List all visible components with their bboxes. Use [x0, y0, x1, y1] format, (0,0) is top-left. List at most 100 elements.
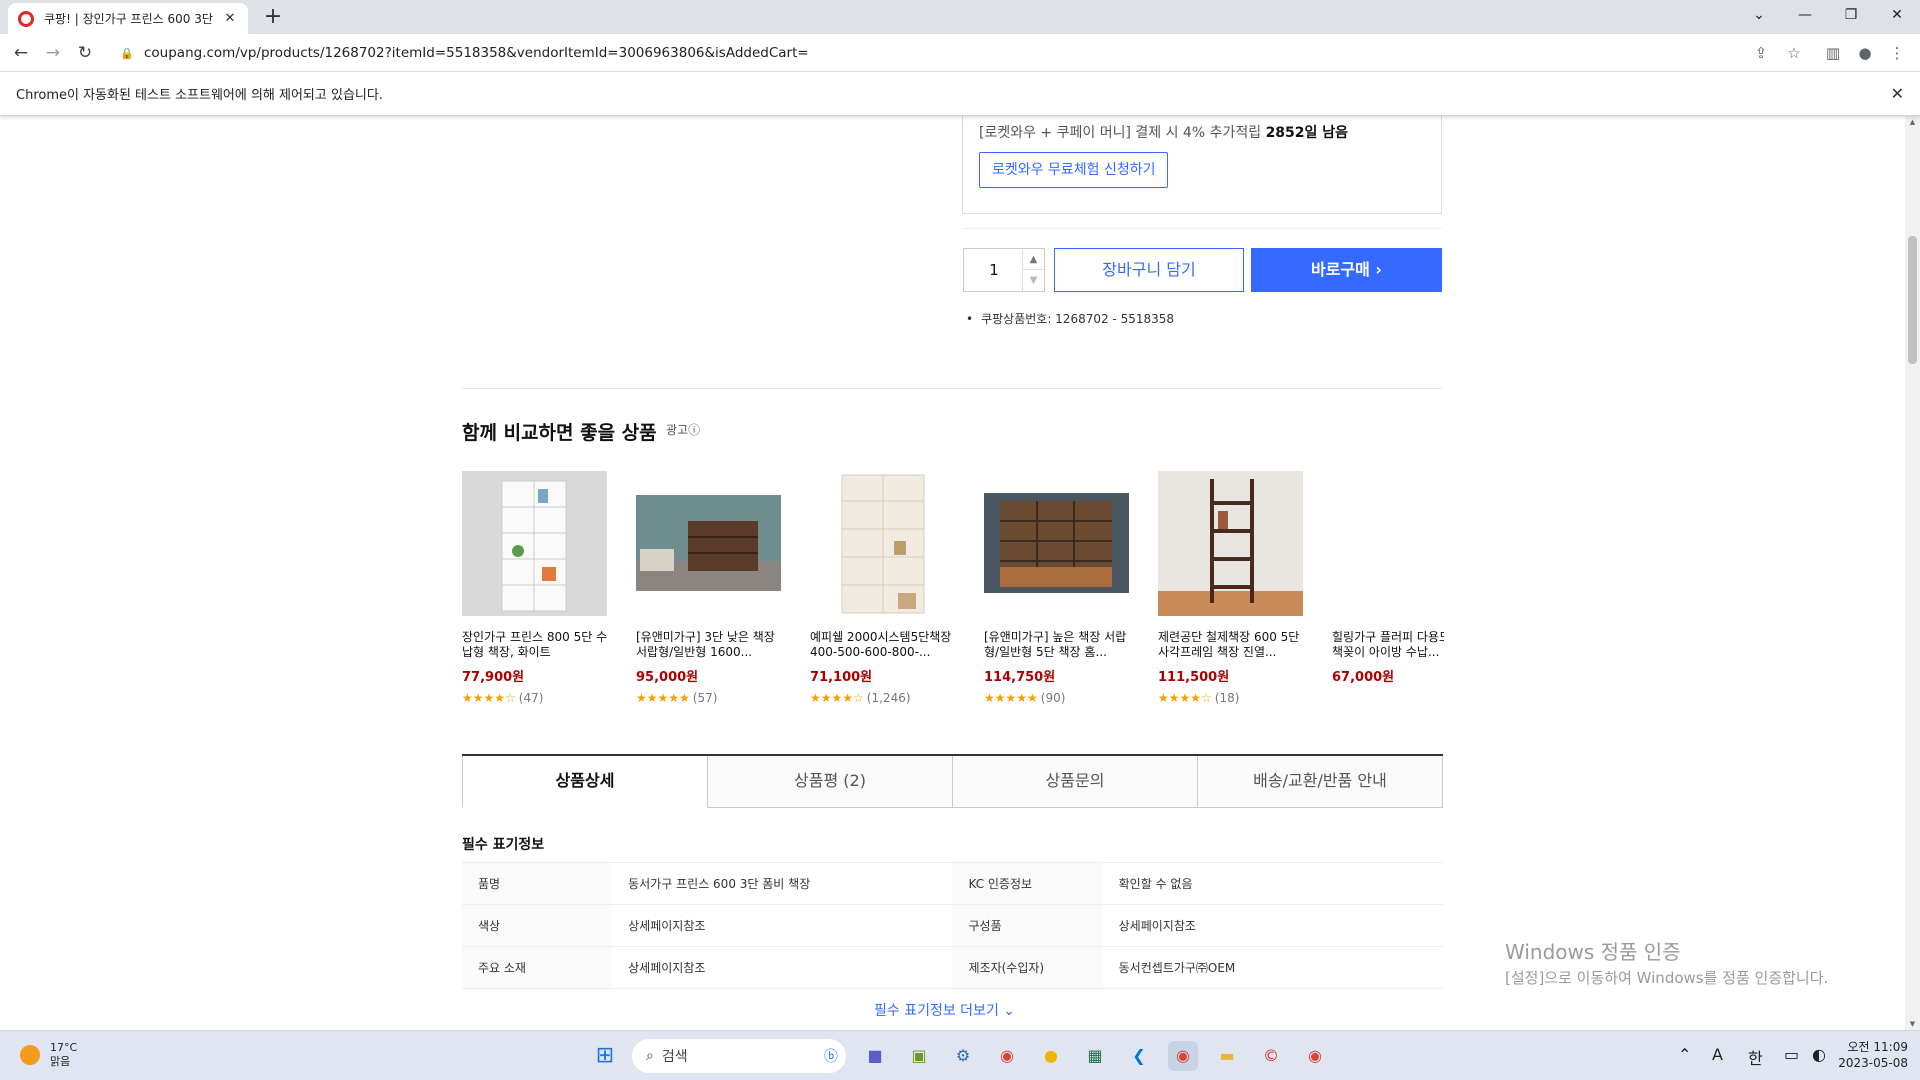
product-name[interactable]: 장인가구 프린스 800 5단 수납형 책장, 화이트	[462, 630, 608, 660]
infobar-close-icon[interactable]: ✕	[1891, 84, 1904, 103]
tab-shipping-returns[interactable]: 배송/교환/반품 안내	[1198, 756, 1443, 808]
clock-date: 2023-05-08	[1838, 1056, 1908, 1070]
product-image[interactable]	[984, 471, 1129, 616]
info-key: 색상	[462, 904, 613, 947]
review-count: (47)	[518, 691, 544, 705]
product-image[interactable]	[1332, 471, 1444, 616]
product-card[interactable]: 예피쉘 2000시스템5단책장 400-500-600-800-... 71,1…	[810, 471, 956, 705]
weather-widget[interactable]: 17°C 맑음	[20, 1041, 77, 1069]
chrome-icon[interactable]: ◉	[992, 1041, 1022, 1071]
promo-line: [로켓와우 + 쿠페이 머니] 결제 시 4% 추가적립 2852일 남음	[979, 122, 1348, 142]
rocket-wow-promo-box: [로켓와우 + 쿠페이 머니] 결제 시 4% 추가적립 2852일 남음 로켓…	[962, 116, 1442, 214]
address-bar[interactable]: 🔒 coupang.com/vp/products/1268702?itemId…	[108, 38, 1808, 68]
file-explorer-icon[interactable]: ▬	[1212, 1041, 1242, 1071]
tab-reviews[interactable]: 상품평 (2)	[708, 756, 953, 808]
review-count: (90)	[1040, 691, 1066, 705]
menu-kebab-icon[interactable]: ⋮	[1886, 42, 1908, 64]
tab-search-icon[interactable]: ⌄	[1736, 0, 1782, 30]
close-window-button[interactable]: ✕	[1874, 0, 1920, 30]
required-info-more-link[interactable]: 필수 표기정보 더보기 ⌄	[874, 1000, 1015, 1020]
product-image[interactable]	[810, 471, 955, 616]
product-image[interactable]	[1158, 471, 1303, 616]
vscode-icon[interactable]: ❮	[1124, 1041, 1154, 1071]
product-price: 77,900원	[462, 670, 525, 685]
back-icon[interactable]: ←	[8, 40, 34, 66]
tab-title: 쿠팡! | 장인가구 프린스 600 3단	[44, 12, 213, 26]
settings-app-icon[interactable]: ⚙	[948, 1041, 978, 1071]
profile-avatar-icon[interactable]: ●	[1854, 42, 1876, 64]
network-icon[interactable]: ▭	[1784, 1045, 1799, 1064]
product-name[interactable]: [유앤미가구] 3단 낮은 책장 서랍형/일반형 1600...	[636, 630, 782, 660]
url-text: coupang.com/vp/products/1268702?itemId=5…	[144, 45, 809, 61]
add-to-cart-button[interactable]: 장바구니 담기	[1054, 248, 1244, 292]
info-key: 구성품	[952, 904, 1103, 947]
product-image[interactable]	[636, 471, 781, 616]
scroll-down-icon[interactable]: ▼	[1905, 1020, 1920, 1028]
tab-strip: 쿠팡! | 장인가구 프린스 600 3단 ✕ + ⌄ — ❐ ✕	[0, 0, 1920, 34]
scroll-up-icon[interactable]: ▲	[1905, 118, 1920, 126]
tab-inquiries[interactable]: 상품문의	[953, 756, 1198, 808]
product-name[interactable]: 힐링가구 플러피 다용도 5단 책꽂이 아이방 수납...	[1332, 630, 1444, 660]
quantity-input[interactable]: 1	[964, 249, 1024, 291]
scrollbar-thumb[interactable]	[1908, 236, 1917, 364]
page-content: [로켓와우 + 쿠페이 머니] 결제 시 4% 추가적립 2852일 남음 로켓…	[0, 116, 1920, 1030]
ime-mode[interactable]: A	[1712, 1045, 1723, 1064]
reload-icon[interactable]: ↻	[72, 40, 98, 66]
teams-icon[interactable]: ■	[860, 1041, 890, 1071]
side-panel-icon[interactable]: ▥	[1822, 42, 1844, 64]
page-scrollbar[interactable]: ▲ ▼	[1905, 116, 1920, 1030]
tab-product-detail[interactable]: 상품상세	[462, 756, 708, 808]
maximize-button[interactable]: ❐	[1828, 0, 1874, 30]
photos-icon[interactable]: ▣	[904, 1041, 934, 1071]
quantity-up-icon[interactable]: ▲	[1022, 249, 1044, 270]
coupang-app-icon[interactable]: ©	[1256, 1041, 1286, 1071]
browser-toolbar: ← → ↻ 🔒 coupang.com/vp/products/1268702?…	[0, 34, 1920, 72]
ad-label[interactable]: 광고ⓘ	[666, 421, 700, 438]
taskbar-clock[interactable]: 오전 11:09 2023-05-08	[1838, 1039, 1908, 1071]
info-key: 품명	[462, 862, 613, 905]
messenger-icon[interactable]: ●	[1036, 1041, 1066, 1071]
browser-tab[interactable]: 쿠팡! | 장인가구 프린스 600 3단 ✕	[8, 3, 248, 34]
taskbar-search[interactable]: ⌕ 검색 ⓑ	[632, 1039, 846, 1073]
tray-chevron-icon[interactable]: ⌃	[1678, 1045, 1691, 1064]
chrome-active-icon[interactable]: ◉	[1168, 1041, 1198, 1071]
bing-icon: ⓑ	[824, 1049, 838, 1065]
product-rating: ★★★★★ (90)	[984, 691, 1130, 705]
new-tab-button[interactable]: +	[260, 4, 286, 29]
product-rating: ★★★★☆ (47)	[462, 691, 608, 705]
product-name[interactable]: [유앤미가구] 높은 책장 서랍형/일반형 5단 책장 홈...	[984, 630, 1130, 660]
start-menu-icon[interactable]: ⊞	[590, 1041, 620, 1071]
product-name[interactable]: 예피쉘 2000시스템5단책장 400-500-600-800-...	[810, 630, 956, 660]
share-icon[interactable]: ⇪	[1750, 42, 1772, 64]
buy-now-button[interactable]: 바로구매 ›	[1251, 248, 1442, 292]
quantity-down-icon[interactable]: ▼	[1022, 270, 1044, 291]
windows-taskbar: 17°C 맑음 ⊞ ⌕ 검색 ⓑ ■ ▣ ⚙ ◉ ● ▦ ❮ ◉ ▬ © ◉ ⌃…	[0, 1030, 1920, 1080]
info-value: 상세페이지참조	[1102, 904, 1443, 947]
product-rating: ★★★★☆ (1,246)	[810, 691, 956, 705]
rocket-wow-trial-button[interactable]: 로켓와우 무료체험 신청하기	[979, 152, 1169, 188]
product-image[interactable]	[462, 471, 607, 616]
product-price: 114,750원	[984, 670, 1056, 685]
excel-icon[interactable]: ▦	[1080, 1041, 1110, 1071]
review-count: (18)	[1214, 691, 1240, 705]
star-rating-icon: ★★★★★	[636, 691, 690, 705]
product-price: 71,100원	[810, 670, 873, 685]
product-card[interactable]: [유앤미가구] 높은 책장 서랍형/일반형 5단 책장 홈... 114,750…	[984, 471, 1130, 705]
product-card[interactable]: 제련공단 철제책장 600 5단 사각프레임 책장 진열... 111,500원…	[1158, 471, 1304, 705]
tab-close-icon[interactable]: ✕	[222, 11, 238, 26]
product-card[interactable]: 장인가구 프린스 800 5단 수납형 책장, 화이트 77,900원 ★★★★…	[462, 471, 608, 705]
forward-icon[interactable]: →	[40, 40, 66, 66]
product-name[interactable]: 제련공단 철제책장 600 5단 사각프레임 책장 진열...	[1158, 630, 1304, 660]
product-number: 쿠팡상품번호: 1268702 - 5518358	[966, 310, 1174, 327]
volume-icon[interactable]: ◐	[1812, 1045, 1826, 1064]
watermark-title: Windows 정품 인증	[1505, 940, 1681, 964]
minimize-button[interactable]: —	[1782, 0, 1828, 30]
compare-carousel: 장인가구 프린스 800 5단 수납형 책장, 화이트 77,900원 ★★★★…	[462, 471, 1444, 711]
product-card[interactable]: [유앤미가구] 3단 낮은 책장 서랍형/일반형 1600... 95,000원…	[636, 471, 782, 705]
quantity-stepper[interactable]: 1 ▲ ▼	[963, 248, 1045, 292]
ime-language[interactable]: 한	[1748, 1045, 1763, 1069]
bookmark-star-icon[interactable]: ☆	[1783, 42, 1805, 64]
product-card[interactable]: 힐링가구 플러피 다용도 5단 책꽂이 아이방 수납... 67,000원	[1332, 471, 1444, 685]
chrome-profile-icon[interactable]: ◉	[1300, 1041, 1330, 1071]
info-value: 동서컨셉트가구㈜OEM	[1102, 946, 1443, 989]
